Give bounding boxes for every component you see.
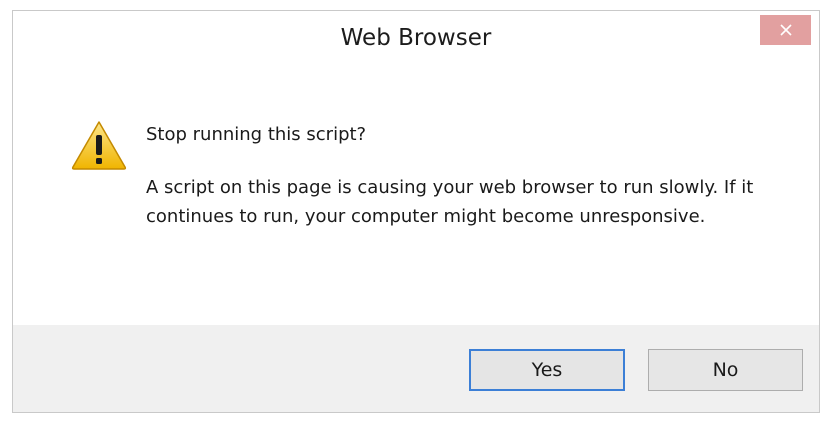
window-title: Web Browser	[340, 25, 492, 51]
no-button[interactable]: No	[648, 349, 803, 391]
yes-button[interactable]: Yes	[469, 349, 625, 391]
title-bar[interactable]: Web Browser	[13, 11, 819, 69]
dialog-heading: Stop running this script?	[146, 124, 367, 145]
script-warning-dialog: Web Browser Stop running this script? A …	[12, 10, 820, 413]
close-button[interactable]	[760, 15, 811, 45]
warning-icon	[71, 121, 127, 170]
dialog-message: A script on this page is causing your we…	[146, 177, 754, 227]
dialog-content: Stop running this script? A script on th…	[13, 69, 819, 325]
close-icon	[779, 24, 792, 36]
button-bar: Yes No	[13, 325, 819, 412]
